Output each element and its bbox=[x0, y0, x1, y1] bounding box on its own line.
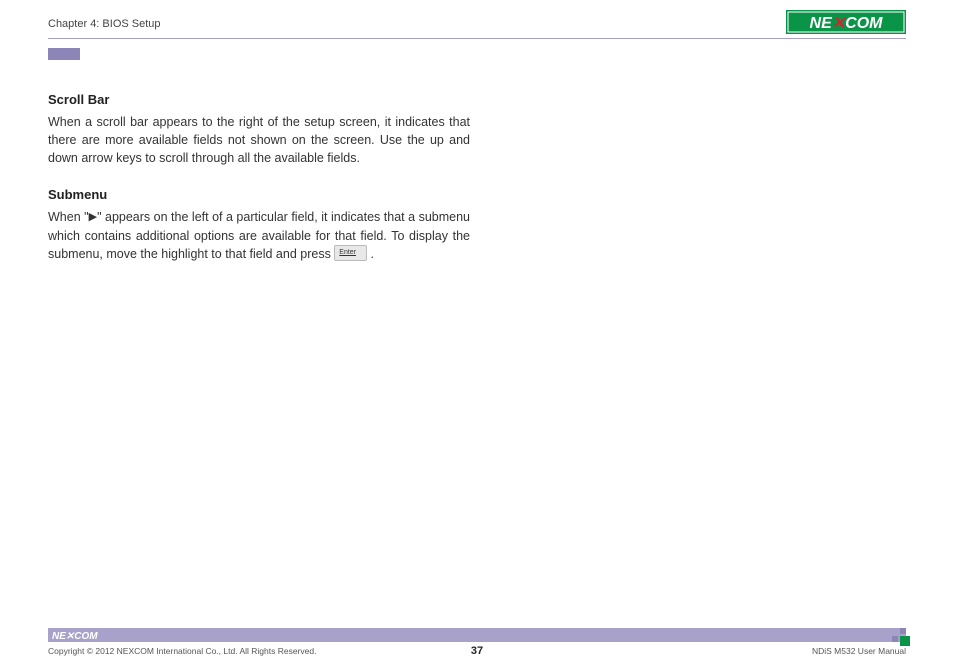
submenu-text-mid: " appears on the left of a particular fi… bbox=[48, 210, 470, 260]
enter-key-icon: Enter bbox=[334, 245, 367, 261]
footer-band: NE✕COM bbox=[48, 628, 906, 642]
page-content: Scroll Bar When a scroll bar appears to … bbox=[0, 42, 518, 263]
chapter-title: Chapter 4: BIOS Setup bbox=[48, 18, 906, 30]
nexcom-logo-large: NE✕COM bbox=[786, 10, 906, 39]
svg-text:NE✕COM: NE✕COM bbox=[52, 631, 98, 641]
footer-row: Copyright © 2012 NEXCOM International Co… bbox=[48, 646, 906, 656]
submenu-text-after: . bbox=[367, 247, 374, 261]
copyright-text: Copyright © 2012 NEXCOM International Co… bbox=[48, 646, 316, 656]
submenu-text-before: When " bbox=[48, 210, 89, 224]
page-footer: NE✕COM Copyright © 2012 NEXCOM Internati… bbox=[48, 628, 906, 656]
page-header: Chapter 4: BIOS Setup NE✕COM bbox=[0, 0, 954, 42]
header-tab-decoration bbox=[48, 48, 80, 60]
submenu-text: When "▶" appears on the left of a partic… bbox=[48, 208, 470, 262]
scroll-bar-heading: Scroll Bar bbox=[48, 92, 470, 107]
submenu-heading: Submenu bbox=[48, 187, 470, 202]
header-divider bbox=[48, 38, 906, 39]
right-arrow-icon: ▶ bbox=[89, 210, 97, 226]
page-number: 37 bbox=[471, 645, 483, 657]
footer-corner-decoration bbox=[892, 628, 910, 651]
nexcom-logo-small: NE✕COM bbox=[52, 629, 106, 641]
scroll-bar-text: When a scroll bar appears to the right o… bbox=[48, 113, 470, 167]
svg-text:NE✕COM: NE✕COM bbox=[810, 15, 884, 32]
